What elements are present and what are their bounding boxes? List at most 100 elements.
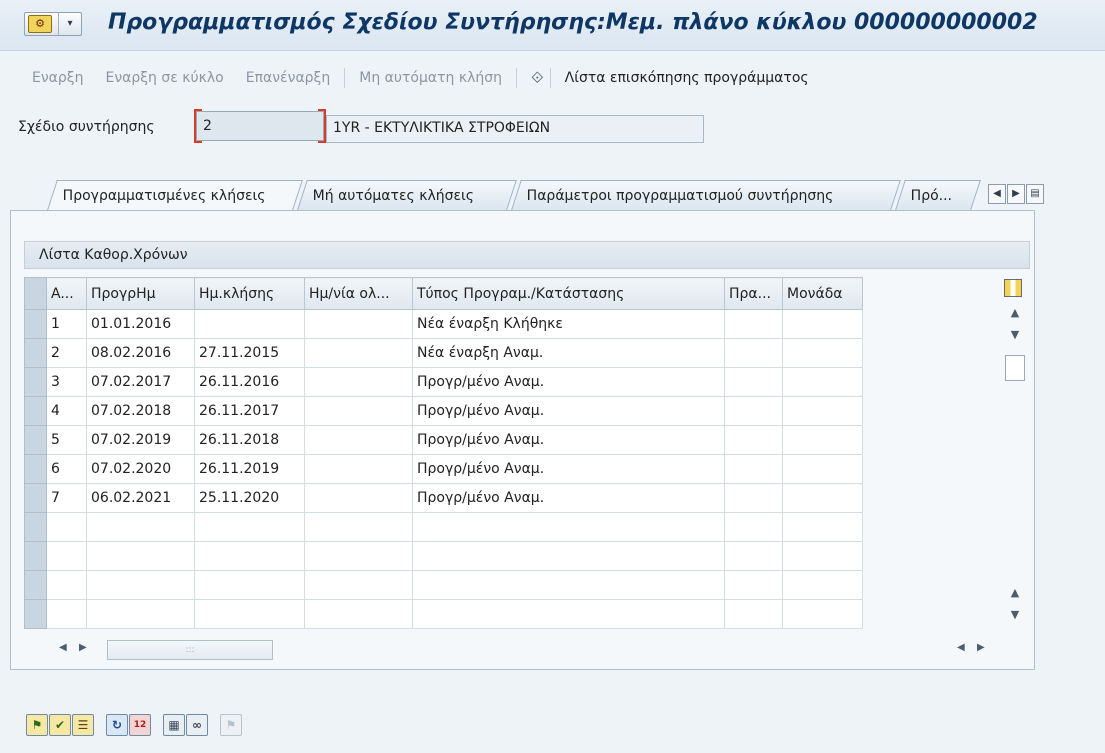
column-header-action[interactable]: Πρα... xyxy=(724,277,783,310)
column-header-unit[interactable]: Μονάδα xyxy=(782,277,863,310)
calculator-icon[interactable]: ▦ xyxy=(163,714,185,736)
toolbar-separator xyxy=(344,68,346,88)
cell-call-date xyxy=(194,570,305,600)
table-row[interactable] xyxy=(24,512,863,542)
table-row[interactable] xyxy=(24,570,863,600)
overview-icon[interactable]: ⟐ xyxy=(531,68,544,88)
row-selector[interactable] xyxy=(24,541,47,571)
table-row[interactable]: 1 01.01.2016 Νέα έναρξη Κλήθηκε xyxy=(24,309,863,339)
tab-manual-calls[interactable]: Μή αυτόματες κλήσεις xyxy=(297,180,517,210)
cell-call-date xyxy=(194,512,305,542)
cell-unit xyxy=(782,454,863,484)
cell-call-date xyxy=(194,599,305,629)
cell-schedule-type: Προγρ/μένο Αναμ. xyxy=(412,396,725,426)
tab-scroll-right-button[interactable]: ▶ xyxy=(1007,184,1025,204)
chain-link-icon[interactable]: ∞ xyxy=(186,714,208,736)
scroll-down-icon[interactable]: ▼ xyxy=(1008,608,1022,621)
row-selector[interactable] xyxy=(24,396,47,426)
schedule-overview-button[interactable]: Λίστα επισκόπησης προγράμματος xyxy=(565,70,809,86)
tab-scheduling-parameters[interactable]: Παράμετροι προγραμματισμού συντήρησης xyxy=(511,180,901,210)
start-button[interactable]: Εναρξη xyxy=(32,70,83,86)
toolbar-separator xyxy=(549,68,551,88)
cell-schedule-type: Προγρ/μένο Αναμ. xyxy=(412,425,725,455)
column-header-completion-date[interactable]: Ημ/νία ολ... xyxy=(304,277,413,310)
check-flag-icon[interactable]: ✔ xyxy=(49,714,71,736)
scroll-up-icon[interactable]: ▲ xyxy=(1008,306,1022,319)
table-row[interactable]: 5 07.02.2019 26.11.2018 Προγρ/μένο Αναμ. xyxy=(24,425,863,455)
scroll-right-icon[interactable]: ▶ xyxy=(79,642,87,653)
tab-scheduled-calls[interactable]: Προγραμματισμένες κλήσεις xyxy=(47,180,303,210)
refresh-icon[interactable]: ↻ xyxy=(106,714,128,736)
cell-number: 7 xyxy=(46,483,87,513)
calendar-icon[interactable]: 12 xyxy=(129,714,151,736)
column-header-schedule-type[interactable]: Τύπος Προγραμ./Κατάστασης xyxy=(412,277,725,310)
plan-label: Σχέδιο συντήρησης xyxy=(18,119,155,135)
title-bar: ⚙ ▾ Προγραμματισμός Σχεδίου Συντήρησης:Μ… xyxy=(0,0,1105,51)
cell-action xyxy=(724,338,783,368)
scroll-up-icon[interactable]: ▲ xyxy=(1008,586,1022,599)
vertical-scrollbar[interactable]: ▲ ▼ ▲ ▼ xyxy=(1005,302,1025,638)
scroll-right-icon[interactable]: ▶ xyxy=(977,642,985,653)
cell-action xyxy=(724,512,783,542)
scroll-left-icon[interactable]: ◀ xyxy=(59,642,67,653)
cell-schedule-type xyxy=(412,570,725,600)
cell-number: 4 xyxy=(46,396,87,426)
cell-call-date: 26.11.2019 xyxy=(194,454,305,484)
cell-unit xyxy=(782,512,863,542)
cell-unit xyxy=(782,570,863,600)
row-selector[interactable] xyxy=(24,599,47,629)
column-header-call-date[interactable]: Ημ.κλήσης xyxy=(194,277,305,310)
scroll-thumb[interactable] xyxy=(1005,355,1025,381)
cell-completion-date xyxy=(304,396,413,426)
list-details-icon[interactable]: ☰ xyxy=(72,714,94,736)
cell-unit xyxy=(782,483,863,513)
table-row[interactable] xyxy=(24,541,863,571)
cell-call-date xyxy=(194,541,305,571)
scroll-left-icon[interactable]: ◀ xyxy=(957,642,965,653)
tab-list-button[interactable]: ▤ xyxy=(1026,184,1044,204)
system-menu-icon: ⚙ xyxy=(28,15,52,33)
row-selector[interactable] xyxy=(24,570,47,600)
horizontal-scroll-thumb[interactable]: ::: xyxy=(107,640,273,660)
row-selector[interactable] xyxy=(24,512,47,542)
start-in-cycle-button[interactable]: Εναρξη σε κύκλο xyxy=(105,70,223,86)
row-selector[interactable] xyxy=(24,454,47,484)
select-all-cell[interactable] xyxy=(24,277,47,310)
table-row[interactable]: 2 08.02.2016 27.11.2015 Νέα έναρξη Αναμ. xyxy=(24,338,863,368)
cell-planned-date xyxy=(86,599,195,629)
cell-number: 6 xyxy=(46,454,87,484)
row-selector[interactable] xyxy=(24,483,47,513)
column-config-icon[interactable] xyxy=(1004,279,1022,297)
cell-call-date: 26.11.2018 xyxy=(194,425,305,455)
system-menu-button[interactable]: ⚙ ▾ xyxy=(24,12,82,36)
cell-action xyxy=(724,367,783,397)
tab-more[interactable]: Πρό... xyxy=(895,180,981,210)
row-selector[interactable] xyxy=(24,367,47,397)
cell-action xyxy=(724,483,783,513)
chevron-down-icon: ▾ xyxy=(58,13,81,35)
plan-input[interactable]: 2 xyxy=(194,109,326,143)
table-row[interactable]: 4 07.02.2018 26.11.2017 Προγρ/μένο Αναμ. xyxy=(24,396,863,426)
flag-icon[interactable]: ⚑ xyxy=(26,714,48,736)
column-header-planned-date[interactable]: ΠρογρΗμ xyxy=(86,277,195,310)
scroll-down-icon[interactable]: ▼ xyxy=(1008,328,1022,341)
cell-action xyxy=(724,541,783,571)
table-row[interactable]: 3 07.02.2017 26.11.2016 Προγρ/μένο Αναμ. xyxy=(24,367,863,397)
table-row[interactable] xyxy=(24,599,863,629)
row-selector[interactable] xyxy=(24,425,47,455)
column-header-number[interactable]: A... xyxy=(46,277,87,310)
cell-unit xyxy=(782,599,863,629)
row-selector[interactable] xyxy=(24,309,47,339)
table-row[interactable]: 7 06.02.2021 25.11.2020 Προγρ/μένο Αναμ. xyxy=(24,483,863,513)
cell-action xyxy=(724,599,783,629)
manual-call-button[interactable]: Μη αυτόματη κλήση xyxy=(359,70,502,86)
window-title: Προγραμματισμός Σχεδίου Συντήρησης:Μεμ. … xyxy=(108,10,1038,35)
cell-action xyxy=(724,425,783,455)
tab-scroll-left-button[interactable]: ◀ xyxy=(988,184,1006,204)
horizontal-scrollbar[interactable]: ◀ ▶ ::: ◀ ▶ xyxy=(55,640,1005,660)
row-selector[interactable] xyxy=(24,338,47,368)
cell-action xyxy=(724,396,783,426)
restart-button[interactable]: Επανέναρξη xyxy=(246,70,331,86)
cell-completion-date xyxy=(304,483,413,513)
table-row[interactable]: 6 07.02.2020 26.11.2019 Προγρ/μένο Αναμ. xyxy=(24,454,863,484)
